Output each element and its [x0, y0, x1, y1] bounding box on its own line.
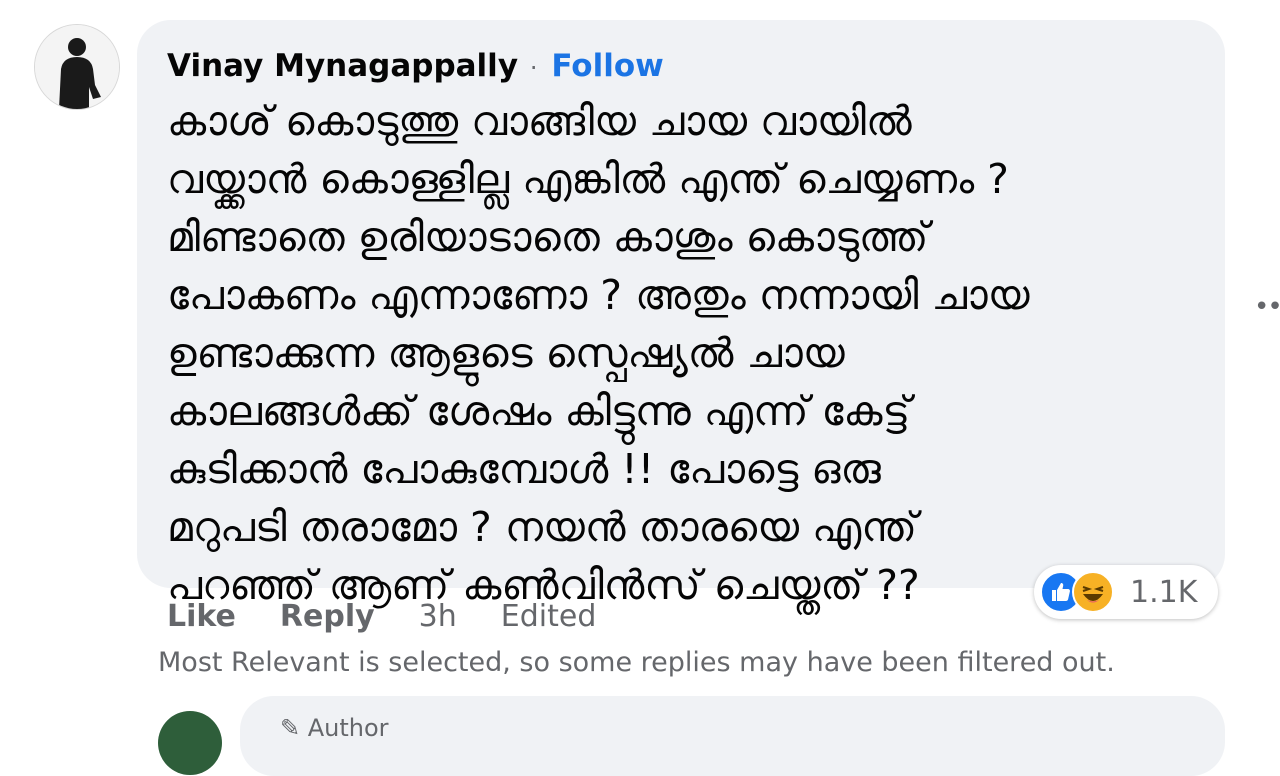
reply-bubble: ✎ Author [240, 696, 1225, 776]
comment-bubble: Vinay Mynagappally · Follow കാശ് കൊടുത്ത… [137, 20, 1225, 609]
commenter-avatar[interactable] [34, 24, 120, 110]
comment-line: ഉണ്ടാക്കുന്ന ആളുടെ സ്പെഷ്യൽ ചായ [167, 329, 845, 377]
edited-label[interactable]: Edited [501, 596, 597, 638]
comment-line: പോകണം എന്നാണോ ? അതും നന്നായി ചായ [167, 271, 1030, 319]
comment-line: മറുപടി തരാമോ ? നയൻ താരയെ എന്ത് [167, 503, 917, 551]
comment-line: വയ്ക്കാൻ കൊള്ളില്ല എങ്കിൽ എന്ത് ചെയ്യണം … [167, 155, 1009, 203]
comment-line: മിണ്ടാതെ ഉരിയാടാതെ കാശും കൊടുത്ത് [167, 213, 929, 261]
haha-icon [1072, 571, 1114, 613]
like-button[interactable]: Like [167, 596, 236, 638]
comment-text: കാശ് കൊടുത്തു വാങ്ങിയ ചായ വായിൽ വയ്ക്കാൻ… [167, 92, 1217, 614]
reactions-summary[interactable]: 1.1K [1034, 565, 1218, 619]
comment-actions: Like Reply 3h Edited [167, 596, 596, 638]
comment-line: കുടിക്കാൻ പോകുമ്പോൾ !! പോട്ടെ ഒരു [167, 445, 881, 493]
pen-icon: ✎ [280, 714, 301, 742]
author-name[interactable]: Vinay Mynagappally [167, 48, 518, 84]
follow-button[interactable]: Follow [551, 48, 663, 84]
reply-button[interactable]: Reply [280, 596, 375, 638]
comment-header: Vinay Mynagappally · Follow [167, 46, 664, 88]
reaction-count: 1.1K [1130, 574, 1198, 610]
comment-line: കാശ് കൊടുത്തു വാങ്ങിയ ചായ വായിൽ [167, 97, 912, 145]
comment-line: കാലങ്ങൾക്ക് ശേഷം കിട്ടുന്നു എന്ന് കേട്ട് [167, 387, 911, 435]
filter-notice: Most Relevant is selected, so some repli… [158, 647, 1115, 678]
author-badge-label: Author [307, 714, 389, 742]
more-options-icon[interactable]: ••• [1254, 292, 1280, 322]
comment-timestamp[interactable]: 3h [419, 596, 457, 638]
author-badge: ✎ Author [280, 714, 389, 742]
reply-avatar[interactable] [158, 711, 222, 775]
separator-dot: · [529, 54, 538, 82]
person-silhouette-icon [35, 25, 119, 109]
